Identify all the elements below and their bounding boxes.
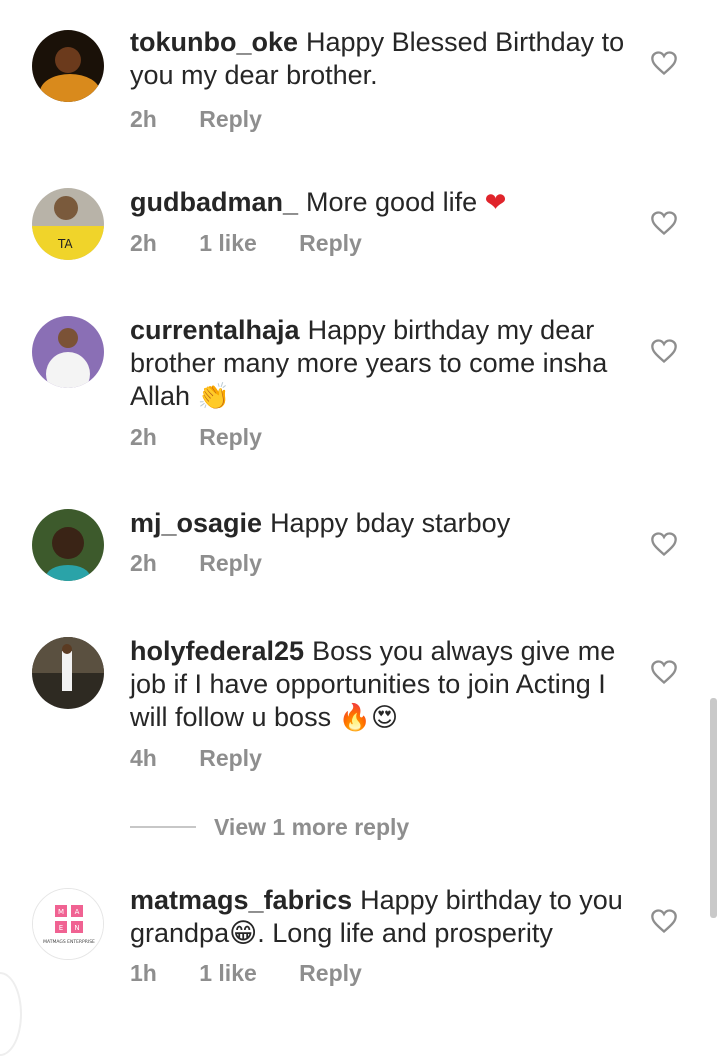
reply-button[interactable]: Reply	[199, 106, 262, 132]
comment-time: 2h	[130, 230, 157, 256]
reply-button[interactable]: Reply	[299, 230, 362, 256]
comment-time: 4h	[130, 745, 157, 771]
avatar[interactable]: TA	[32, 188, 104, 260]
view-more-replies-label[interactable]: View 1 more reply	[214, 814, 409, 841]
comment-time: 2h	[130, 424, 157, 450]
brand-logo: M A E N MATMAGS ENTERPRISE	[33, 889, 103, 959]
like-heart-icon[interactable]	[650, 210, 678, 236]
comment-text: More good life	[306, 187, 478, 217]
svg-text:M: M	[58, 908, 64, 916]
clapping-emoji-icon: 👏	[197, 382, 230, 412]
reply-button[interactable]: Reply	[299, 960, 362, 986]
comment-time: 2h	[130, 106, 157, 132]
avatar[interactable]	[32, 30, 104, 102]
reply-button[interactable]: Reply	[199, 550, 262, 576]
svg-text:N: N	[74, 924, 79, 932]
reply-button[interactable]: Reply	[199, 424, 262, 450]
reply-button[interactable]: Reply	[199, 745, 262, 771]
like-heart-icon[interactable]	[650, 50, 678, 76]
divider	[130, 826, 196, 828]
comment-text: Happy bday starboy	[270, 508, 511, 538]
scrollbar[interactable]	[710, 698, 717, 918]
avatar[interactable]	[32, 316, 104, 388]
like-heart-icon[interactable]	[650, 908, 678, 934]
like-heart-icon[interactable]	[650, 338, 678, 364]
svg-text:E: E	[59, 924, 63, 932]
fire-heart-eyes-emoji-icon: 🔥😍	[338, 703, 399, 733]
svg-text:TA: TA	[57, 237, 73, 251]
comment-time: 1h	[130, 960, 157, 986]
avatar[interactable]: M A E N MATMAGS ENTERPRISE	[32, 888, 104, 960]
like-heart-icon[interactable]	[650, 531, 678, 557]
like-heart-icon[interactable]	[650, 659, 678, 685]
comment-likes[interactable]: 1 like	[199, 230, 257, 256]
comment-time: 2h	[130, 550, 157, 576]
comment-username[interactable]: gudbadman_	[130, 187, 298, 217]
comment-likes[interactable]: 1 like	[199, 960, 257, 986]
comment-username[interactable]: currentalhaja	[130, 315, 300, 345]
comment-username[interactable]: mj_osagie	[130, 508, 262, 538]
avatar[interactable]	[32, 509, 104, 581]
screen-edge-decoration	[0, 972, 22, 1056]
svg-text:MATMAGS ENTERPRISE: MATMAGS ENTERPRISE	[43, 939, 95, 945]
comment-username[interactable]: holyfederal25	[130, 636, 304, 666]
comment-username[interactable]: tokunbo_oke	[130, 27, 298, 57]
heart-emoji-icon: ❤	[484, 188, 507, 218]
svg-text:A: A	[75, 908, 80, 916]
comment-username[interactable]: matmags_fabrics	[130, 885, 352, 915]
avatar[interactable]	[32, 637, 104, 709]
